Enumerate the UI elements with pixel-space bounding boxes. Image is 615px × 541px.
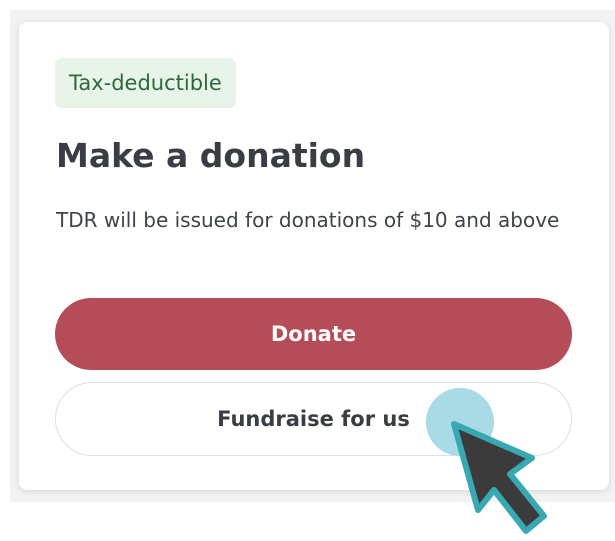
tax-deductible-badge: Tax-deductible xyxy=(55,58,236,108)
page: Tax-deductible Make a donation TDR will … xyxy=(0,0,615,541)
card-title: Make a donation xyxy=(56,136,366,175)
donate-button[interactable]: Donate xyxy=(55,298,572,370)
card-description: TDR will be issued for donations of $10 … xyxy=(56,208,560,232)
cursor-graphic xyxy=(426,388,547,534)
cursor-overlay xyxy=(418,382,598,541)
cursor-icon xyxy=(451,421,547,534)
